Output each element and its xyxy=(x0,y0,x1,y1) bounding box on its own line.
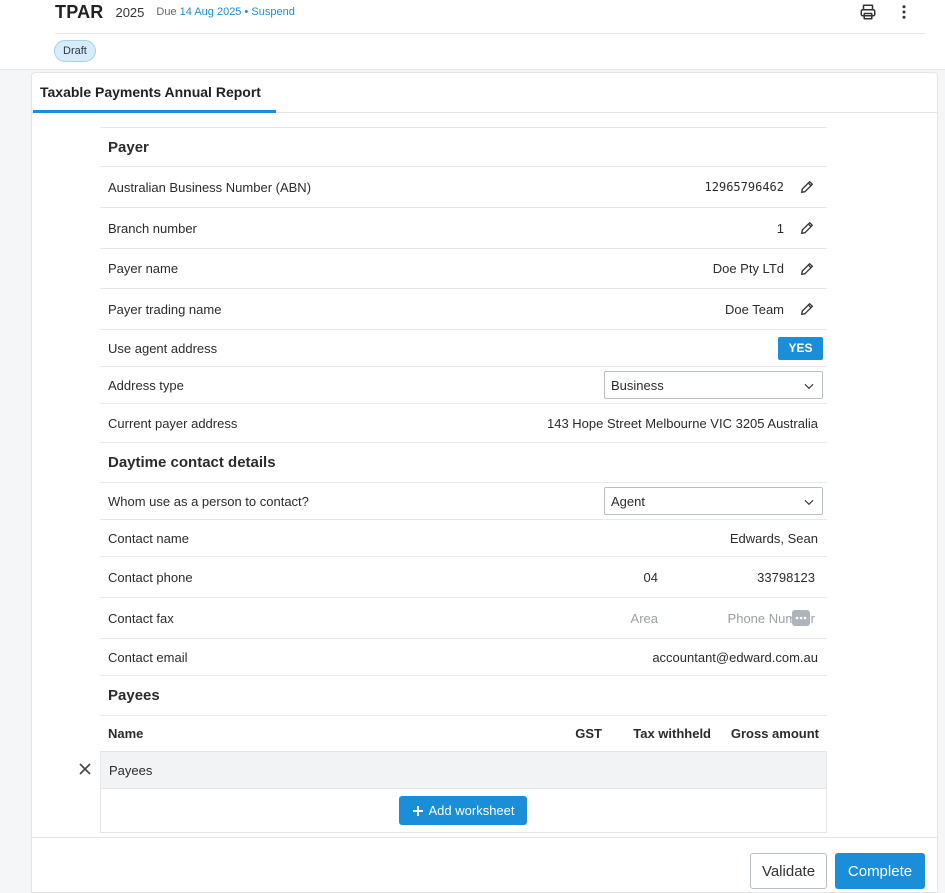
due-prefix: Due xyxy=(156,6,177,18)
payees-group: Payees Add worksheet xyxy=(100,751,827,833)
contact-email-value[interactable]: accountant@edward.com.au xyxy=(652,650,818,665)
payees-table-header: Name GST Tax withheld Gross amount xyxy=(100,715,827,751)
print-button[interactable] xyxy=(857,1,879,23)
more-vertical-icon xyxy=(902,5,906,19)
phone-area-input[interactable]: 04 xyxy=(644,570,658,585)
payees-group-label: Payees xyxy=(109,762,153,778)
payees-section-header: Payees xyxy=(100,675,827,715)
chevron-down-icon xyxy=(804,499,814,506)
card-footer: Validate Complete xyxy=(32,837,937,893)
form-year: 2025 xyxy=(115,4,145,20)
pencil-icon[interactable] xyxy=(799,301,815,317)
payer-section-header: Payer xyxy=(100,127,827,166)
fax-more-button[interactable] xyxy=(792,610,810,626)
due-info: Due 14 Aug 2025 • Suspend xyxy=(156,6,294,18)
address-type-row: Address type Business xyxy=(100,366,827,403)
contact-name-row: Contact name Edwards, Sean xyxy=(100,519,827,556)
address-type-value: Business xyxy=(611,377,664,393)
column-header-name: Name xyxy=(108,726,144,741)
header-actions xyxy=(857,1,915,23)
section-title-contact: Daytime contact details xyxy=(108,454,276,471)
contact-email-row: Contact email accountant@edward.com.au xyxy=(100,638,827,675)
add-worksheet-button[interactable]: Add worksheet xyxy=(399,796,527,825)
contact-phone-label: Contact phone xyxy=(108,569,193,585)
add-worksheet-label: Add worksheet xyxy=(428,803,515,818)
pencil-icon[interactable] xyxy=(799,261,815,277)
due-separator: • xyxy=(244,6,249,18)
trading-name-label: Payer trading name xyxy=(108,301,222,317)
fax-area-input[interactable]: Area xyxy=(631,611,658,626)
due-date: 14 Aug 2025 xyxy=(179,6,242,18)
trading-name-value: Doe Team xyxy=(724,301,784,317)
section-title-payer: Payer xyxy=(108,138,149,156)
page-header: TPAR 2025 Due 14 Aug 2025 • Suspend Draf… xyxy=(0,0,945,70)
pencil-icon[interactable] xyxy=(799,220,815,236)
section-title-payees: Payees xyxy=(108,687,160,704)
validate-button[interactable]: Validate xyxy=(750,853,827,889)
contact-name-value[interactable]: Edwards, Sean xyxy=(730,531,818,546)
more-horizontal-icon xyxy=(795,616,807,620)
close-icon[interactable] xyxy=(78,762,92,776)
contact-phone-row: Contact phone 04 33798123 xyxy=(100,556,827,597)
abn-value: 12965796462 xyxy=(704,180,784,194)
pencil-icon[interactable] xyxy=(799,179,815,195)
column-header-gross-amount: Gross amount xyxy=(730,726,819,741)
current-address-value: 143 Hope Street Melbourne VIC 3205 Austr… xyxy=(546,415,818,431)
branch-value: 1 xyxy=(776,220,784,236)
column-header-tax-withheld: Tax withheld xyxy=(633,726,711,741)
contact-whom-select[interactable]: Agent xyxy=(604,487,823,515)
agent-address-label: Use agent address xyxy=(108,340,218,356)
more-options-button[interactable] xyxy=(893,1,915,23)
address-type-select[interactable]: Business xyxy=(604,371,823,399)
address-type-label: Address type xyxy=(108,377,184,393)
abn-label: Australian Business Number (ABN) xyxy=(108,179,312,195)
contact-whom-row: Whom use as a person to contact? Agent xyxy=(100,482,827,519)
current-address-row: Current payer address 143 Hope Street Me… xyxy=(100,403,827,442)
form-code: TPAR xyxy=(55,1,104,22)
chevron-down-icon xyxy=(804,383,814,390)
header-divider xyxy=(55,33,925,34)
contact-name-label: Contact name xyxy=(108,530,189,546)
abn-row: Australian Business Number (ABN) 1296579… xyxy=(100,166,827,207)
trading-name-row: Payer trading name Doe Team xyxy=(100,288,827,329)
branch-row: Branch number 1 xyxy=(100,207,827,248)
contact-fax-label: Contact fax xyxy=(108,610,174,626)
payer-name-row: Payer name Doe Pty LTd xyxy=(100,248,827,288)
branch-label: Branch number xyxy=(108,220,197,236)
title-row: TPAR 2025 Due 14 Aug 2025 • Suspend xyxy=(55,0,295,24)
report-card: Taxable Payments Annual Report Payer Aus… xyxy=(31,72,938,893)
agent-address-row: Use agent address YES xyxy=(100,329,827,366)
contact-whom-label: Whom use as a person to contact? xyxy=(108,493,309,509)
phone-number-input[interactable]: 33798123 xyxy=(757,570,815,585)
contact-email-label: Contact email xyxy=(108,649,188,665)
suspend-link[interactable]: Suspend xyxy=(251,6,294,18)
contact-section-header: Daytime contact details xyxy=(100,442,827,482)
tab-bar: Taxable Payments Annual Report xyxy=(32,73,937,113)
printer-icon xyxy=(860,4,876,20)
contact-fax-row: Contact fax Area Phone Number xyxy=(100,597,827,638)
contact-whom-value: Agent xyxy=(611,493,645,509)
current-address-label: Current payer address xyxy=(108,415,238,431)
complete-button[interactable]: Complete xyxy=(835,853,925,889)
payees-group-header: Payees xyxy=(101,752,826,789)
agent-address-toggle[interactable]: YES xyxy=(778,336,823,360)
tab-taxable-payments-annual-report[interactable]: Taxable Payments Annual Report xyxy=(33,73,276,113)
plus-icon xyxy=(412,805,423,816)
payer-name-value: Doe Pty LTd xyxy=(712,261,784,276)
column-header-gst: GST xyxy=(575,726,602,741)
status-badge: Draft xyxy=(54,40,96,62)
payer-name-label: Payer name xyxy=(108,261,179,276)
